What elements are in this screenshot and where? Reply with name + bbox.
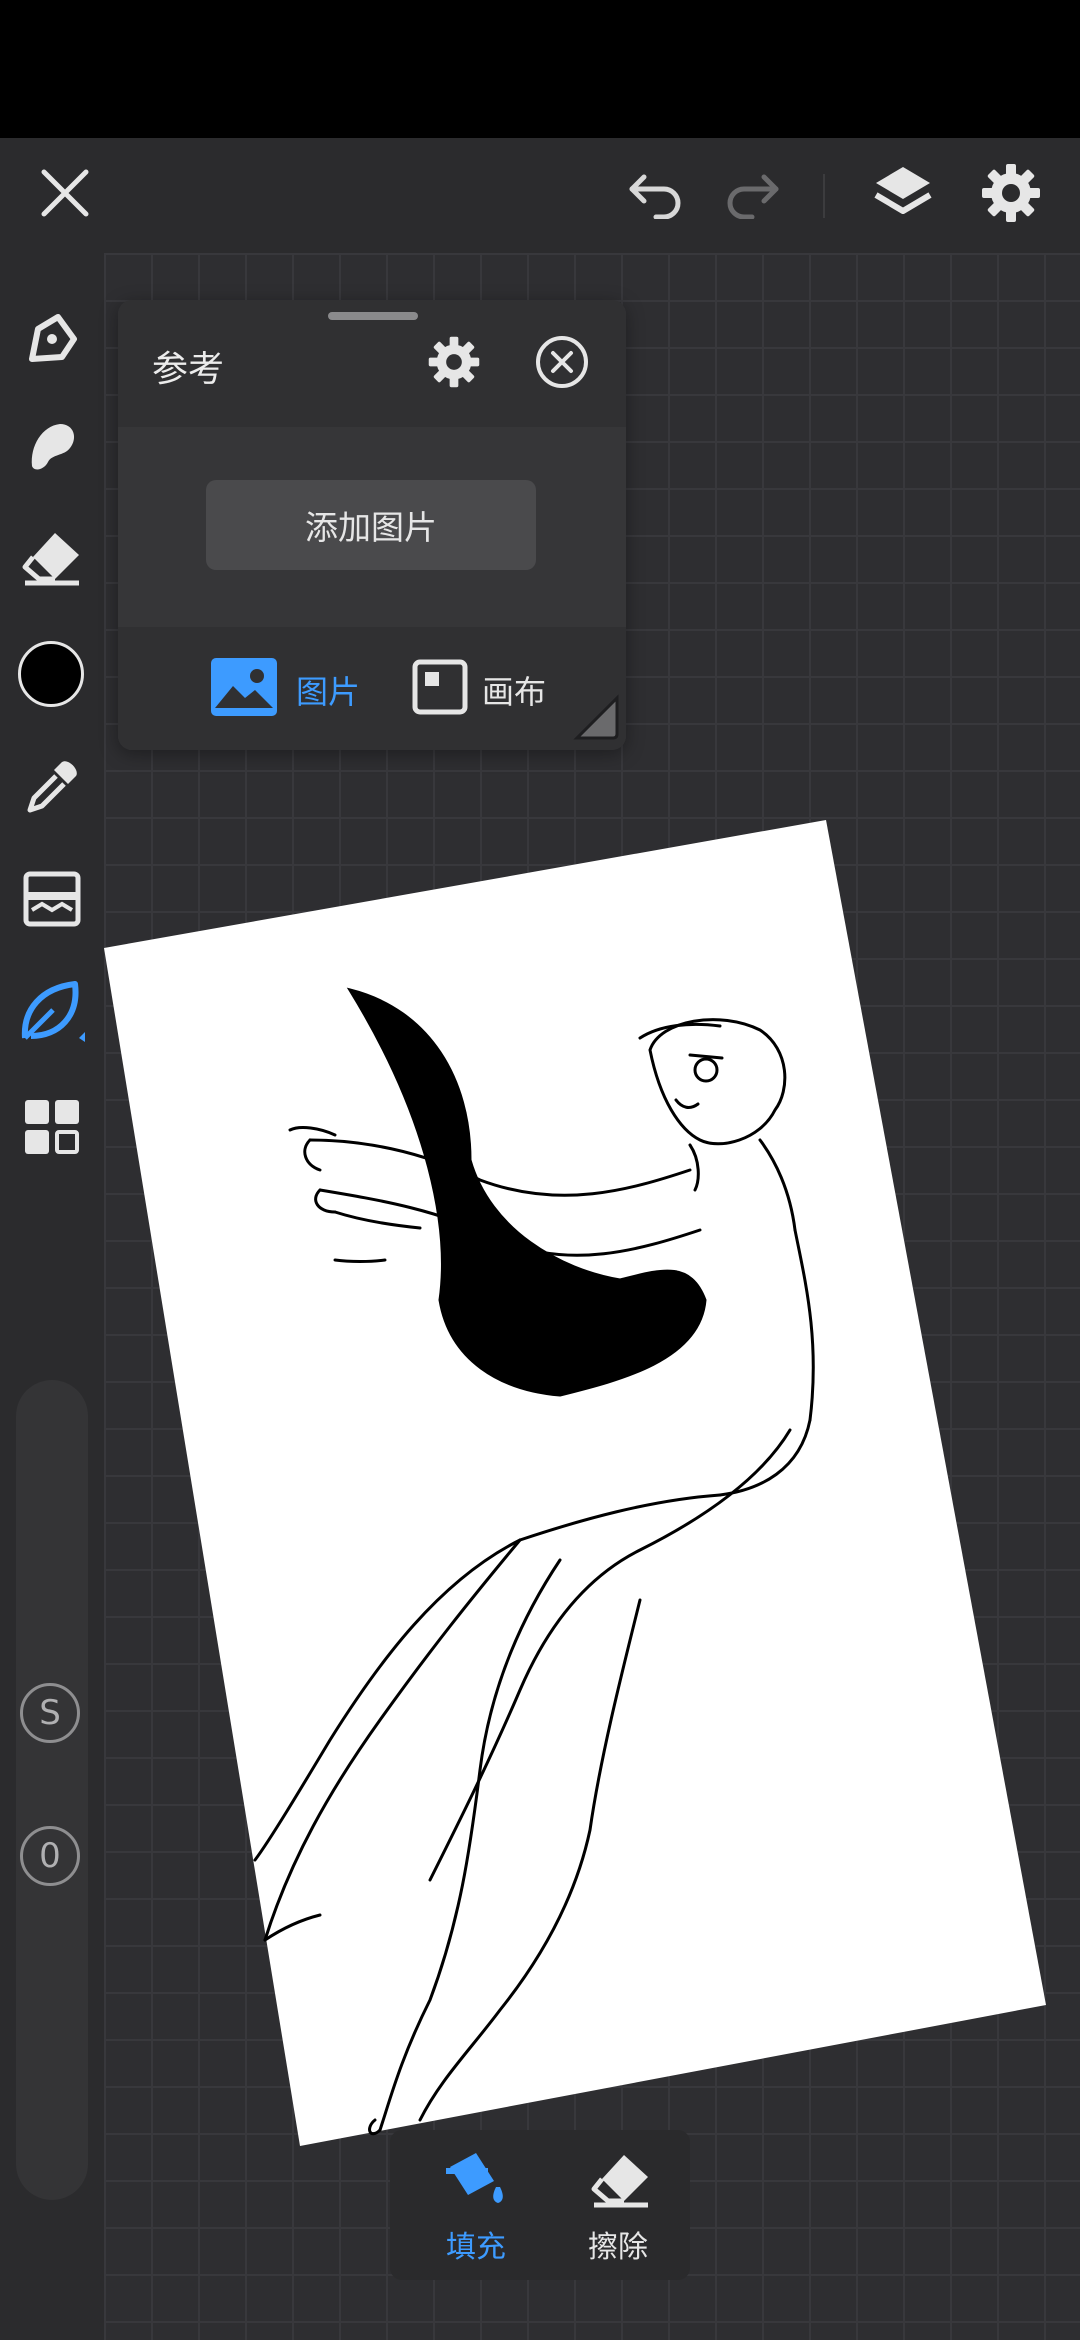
toolbar-divider (823, 174, 825, 218)
brush-slider[interactable] (16, 1380, 88, 2200)
reference-panel-header: 参考 (118, 300, 626, 427)
pen-icon[interactable] (16, 303, 88, 375)
eyedropper-icon[interactable] (16, 750, 88, 822)
reference-panel-title: 参考 (152, 349, 225, 390)
drag-handle[interactable] (328, 312, 418, 320)
fill-label[interactable]: 填充 (446, 2222, 506, 2266)
image-mode-icon[interactable] (210, 657, 278, 717)
reference-settings-gear-icon[interactable] (422, 330, 486, 394)
canvas-mode-icon[interactable] (410, 657, 470, 717)
erase-label[interactable]: 擦除 (588, 2222, 648, 2266)
smudge-icon[interactable] (16, 410, 88, 482)
reference-close-icon[interactable] (532, 332, 592, 392)
fill-erase-panel: 填充 擦除 (390, 2130, 690, 2280)
add-image-button[interactable]: 添加图片 (206, 480, 536, 570)
erase-icon[interactable] (586, 2146, 656, 2212)
layers-icon[interactable] (866, 156, 940, 230)
fill-bucket-icon[interactable] (440, 2146, 510, 2212)
reference-panel-footer: 图片 画布 (118, 627, 626, 750)
undo-icon[interactable] (620, 158, 692, 230)
top-toolbar (0, 138, 1080, 253)
size-badge[interactable]: S (20, 1683, 80, 1743)
leaf-icon[interactable] (14, 973, 90, 1049)
redo-icon[interactable] (716, 158, 788, 230)
image-adjust-icon[interactable] (16, 863, 88, 935)
image-mode-label[interactable]: 图片 (296, 667, 360, 713)
canvas-mode-label[interactable]: 画布 (482, 667, 546, 713)
resize-corner-icon[interactable] (572, 693, 622, 743)
grid-icon[interactable] (16, 1091, 88, 1163)
status-bar (0, 0, 1080, 138)
color-swatch[interactable] (18, 641, 84, 707)
eraser-icon[interactable] (16, 521, 88, 593)
opacity-badge[interactable]: 0 (20, 1826, 80, 1886)
close-icon[interactable] (30, 158, 100, 228)
gear-icon[interactable] (974, 156, 1048, 230)
